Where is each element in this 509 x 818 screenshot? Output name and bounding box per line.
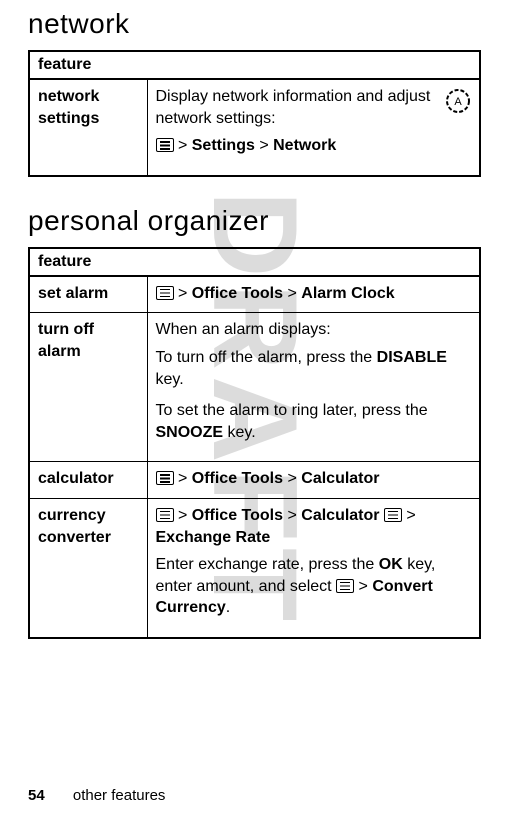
gt: > <box>178 285 187 302</box>
network-table: feature network settings A Display netwo… <box>28 50 481 177</box>
path-office-tools: Office Tools <box>192 285 283 302</box>
svg-text:A: A <box>454 96 462 108</box>
gt: > <box>287 285 296 302</box>
path-exchange-rate: Exchange Rate <box>156 529 271 546</box>
desc-text: key. <box>223 424 256 441</box>
path-office-tools: Office Tools <box>192 507 283 524</box>
gt: > <box>406 507 415 524</box>
footer-title: other features <box>73 787 166 804</box>
gt: > <box>178 507 187 524</box>
desc-text: Display network information and adjust n… <box>156 88 431 127</box>
feature-desc: > Office Tools > Calculator <box>147 462 480 499</box>
path-alarm-clock: Alarm Clock <box>301 285 394 302</box>
feature-desc: > Office Tools > Calculator > Exchange R… <box>147 498 480 637</box>
gt: > <box>178 137 187 154</box>
desc-line: When an alarm displays: <box>156 319 472 341</box>
feature-label: network settings <box>29 79 147 176</box>
desc-text: To set the alarm to ring later, press th… <box>156 402 428 419</box>
feature-label: currency converter <box>29 498 147 637</box>
table-header: feature <box>29 51 480 79</box>
section-heading-network: network <box>28 8 481 40</box>
feature-desc: > Office Tools > Alarm Clock <box>147 276 480 313</box>
menu-key-icon <box>384 508 402 522</box>
table-header: feature <box>29 248 480 276</box>
gt: > <box>287 470 296 487</box>
menu-key-icon <box>156 471 174 485</box>
desc-text: Enter exchange rate, press the <box>156 556 379 573</box>
menu-key-icon <box>156 138 174 152</box>
path-calculator: Calculator <box>301 507 379 524</box>
path-calculator: Calculator <box>301 470 379 487</box>
desc-text: . <box>226 599 230 616</box>
path-settings: Settings <box>192 137 255 154</box>
organizer-table: feature set alarm > Office Tools > Alarm… <box>28 247 481 639</box>
gt: > <box>359 578 368 595</box>
feature-label: calculator <box>29 462 147 499</box>
gt: > <box>259 137 268 154</box>
table-row: calculator > Office Tools > Calculator <box>29 462 480 499</box>
gt: > <box>287 507 296 524</box>
key-ok: OK <box>379 556 403 573</box>
menu-key-icon <box>156 286 174 300</box>
table-row: turn off alarm When an alarm displays: T… <box>29 313 480 462</box>
feature-label: turn off alarm <box>29 313 147 462</box>
path-office-tools: Office Tools <box>192 470 283 487</box>
key-disable: DISABLE <box>377 349 447 366</box>
section-heading-organizer: personal organizer <box>28 205 481 237</box>
network-signal-icon: A <box>445 88 471 114</box>
desc-text: key. <box>156 371 184 388</box>
table-row: set alarm > Office Tools > Alarm Clock <box>29 276 480 313</box>
desc-text: To turn off the alarm, press the <box>156 349 377 366</box>
page-number: 54 <box>28 787 45 804</box>
menu-key-icon <box>336 579 354 593</box>
page-footer: 54 other features <box>28 787 165 804</box>
gt: > <box>178 470 187 487</box>
feature-desc: A Display network information and adjust… <box>147 79 480 176</box>
feature-label: set alarm <box>29 276 147 313</box>
menu-key-icon <box>156 508 174 522</box>
feature-desc: When an alarm displays: To turn off the … <box>147 313 480 462</box>
table-row: currency converter > Office Tools > Calc… <box>29 498 480 637</box>
path-network: Network <box>273 137 336 154</box>
key-snooze: SNOOZE <box>156 424 224 441</box>
table-row: network settings A Display network infor… <box>29 79 480 176</box>
